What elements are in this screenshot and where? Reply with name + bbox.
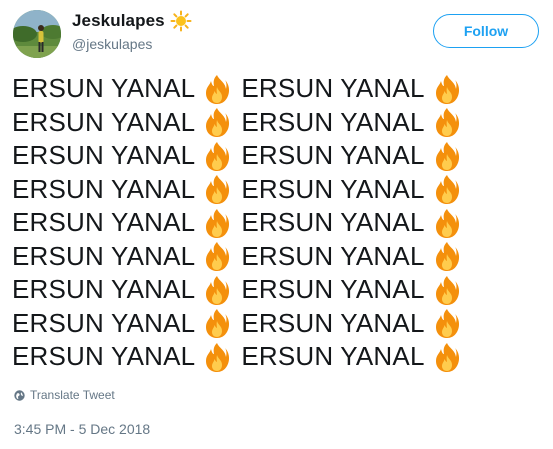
tweet-phrase: ERSUN YANAL	[12, 307, 196, 338]
avatar-photo-icon	[13, 10, 61, 58]
tweet-phrase: ERSUN YANAL	[241, 173, 425, 204]
tweet-line: ERSUN YANAL ERSUN YANAL	[12, 273, 542, 307]
user-name-row: Jeskulapes	[72, 10, 192, 32]
fire-icon	[201, 106, 233, 138]
tweet-phrase: ERSUN YANAL	[12, 240, 196, 271]
tweet-line: ERSUN YANAL ERSUN YANAL	[12, 139, 542, 173]
tweet-line: ERSUN YANAL ERSUN YANAL	[12, 307, 542, 341]
globe-icon	[14, 389, 25, 401]
avatar[interactable]	[13, 10, 61, 58]
tweet-line: ERSUN YANAL ERSUN YANAL	[12, 173, 542, 207]
fire-icon	[431, 106, 463, 138]
tweet-text: ERSUN YANAL ERSUN YANAL ERSUN YANAL ERSUN Y…	[12, 72, 542, 374]
tweet-phrase: ERSUN YANAL	[12, 274, 196, 305]
tweet-line: ERSUN YANAL ERSUN YANAL	[12, 106, 542, 140]
tweet-line: ERSUN YANAL ERSUN YANAL	[12, 72, 542, 106]
fire-icon	[431, 73, 463, 105]
tweet-line: ERSUN YANAL ERSUN YANAL	[12, 340, 542, 374]
fire-icon	[201, 341, 233, 373]
tweet-card: Jeskulapes @jeskulapes Follow ERSUN YANA…	[0, 0, 553, 449]
tweet-phrase: ERSUN YANAL	[241, 73, 425, 104]
display-name[interactable]: Jeskulapes	[72, 11, 165, 31]
fire-icon	[201, 274, 233, 306]
fire-icon	[431, 240, 463, 272]
fire-icon	[431, 207, 463, 239]
fire-icon	[201, 73, 233, 105]
tweet-phrase: ERSUN YANAL	[12, 207, 196, 238]
fire-icon	[431, 173, 463, 205]
sun-icon	[170, 10, 192, 32]
tweet-phrase: ERSUN YANAL	[241, 240, 425, 271]
tweet-phrase: ERSUN YANAL	[241, 274, 425, 305]
tweet-phrase: ERSUN YANAL	[12, 140, 196, 171]
tweet-phrase: ERSUN YANAL	[241, 307, 425, 338]
fire-icon	[431, 274, 463, 306]
tweet-phrase: ERSUN YANAL	[12, 106, 196, 137]
tweet-phrase: ERSUN YANAL	[241, 140, 425, 171]
follow-button[interactable]: Follow	[433, 14, 539, 48]
tweet-timestamp[interactable]: 3:45 PM - 5 Dec 2018	[14, 421, 150, 437]
tweet-phrase: ERSUN YANAL	[12, 73, 196, 104]
fire-icon	[201, 140, 233, 172]
tweet-phrase: ERSUN YANAL	[12, 173, 196, 204]
tweet-line: ERSUN YANAL ERSUN YANAL	[12, 240, 542, 274]
fire-icon	[431, 140, 463, 172]
tweet-line: ERSUN YANAL ERSUN YANAL	[12, 206, 542, 240]
fire-icon	[431, 307, 463, 339]
translate-label: Translate Tweet	[30, 388, 115, 402]
tweet-phrase: ERSUN YANAL	[12, 341, 196, 372]
user-handle[interactable]: @jeskulapes	[72, 36, 152, 52]
fire-icon	[201, 307, 233, 339]
tweet-phrase: ERSUN YANAL	[241, 106, 425, 137]
tweet-phrase: ERSUN YANAL	[241, 207, 425, 238]
translate-tweet-link[interactable]: Translate Tweet	[14, 388, 115, 402]
fire-icon	[431, 341, 463, 373]
tweet-phrase: ERSUN YANAL	[241, 341, 425, 372]
fire-icon	[201, 207, 233, 239]
fire-icon	[201, 173, 233, 205]
fire-icon	[201, 240, 233, 272]
